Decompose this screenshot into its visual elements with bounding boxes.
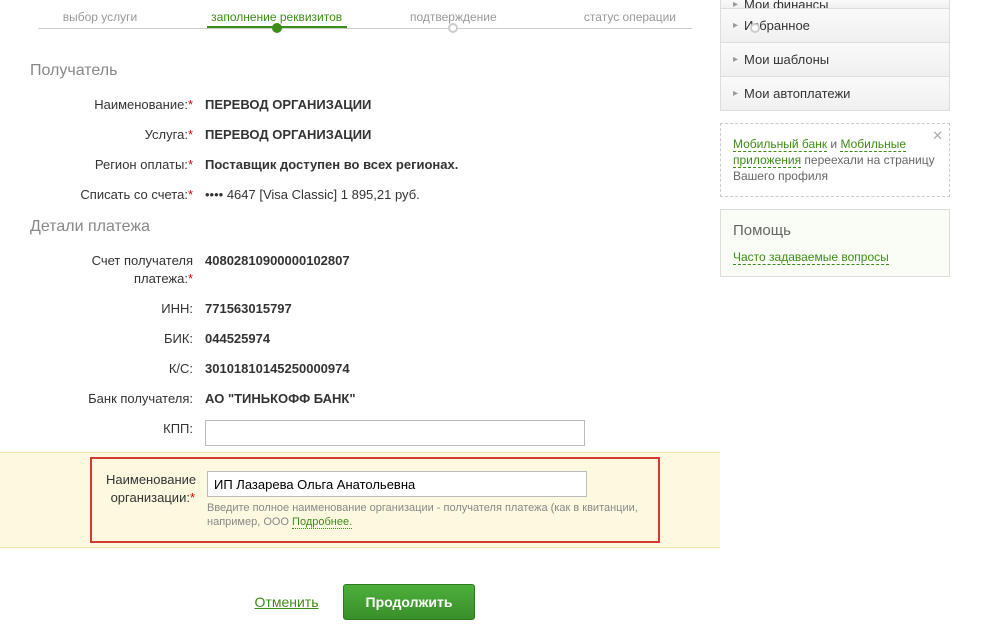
- faq-link[interactable]: Часто задаваемые вопросы: [733, 250, 889, 265]
- label-service: Услуга:*: [30, 126, 205, 144]
- sidebar-notice: ✕ Мобильный банк и Мобильные приложения …: [720, 123, 950, 197]
- caret-icon: ▸: [733, 88, 738, 99]
- value-recipient-account: 40802810900000102807: [205, 252, 700, 270]
- section-payment-details: Детали платежа: [30, 218, 700, 236]
- mobile-bank-link[interactable]: Мобильный банк: [733, 137, 827, 152]
- row-bik: БИК: 044525974: [30, 324, 700, 354]
- cancel-button[interactable]: Отменить: [255, 594, 319, 610]
- value-bank: АО "ТИНЬКОФФ БАНК": [205, 390, 700, 408]
- step-status[interactable]: статус операции: [560, 10, 700, 28]
- org-name-highlight: Наименование организации:* Введите полно…: [90, 457, 660, 543]
- label-region: Регион оплаты:*: [30, 156, 205, 174]
- kpp-input[interactable]: [205, 420, 585, 446]
- value-account: •••• 4647 [Visa Classic] 1 895,21 руб.: [205, 186, 700, 204]
- sidebar-item-finances[interactable]: ▸ Мои финансы: [721, 0, 949, 8]
- label-bik: БИК:: [30, 330, 205, 348]
- continue-button[interactable]: Продолжить: [343, 584, 476, 620]
- sidebar-item-autopay[interactable]: ▸ Мои автоплатежи: [721, 76, 949, 110]
- stepper: выбор услуги заполнение реквизитов подтв…: [30, 10, 700, 46]
- sidebar-item-label: Мои финансы: [744, 0, 828, 8]
- org-name-input[interactable]: [207, 471, 587, 497]
- row-kpp: КПП:: [30, 414, 700, 452]
- sidebar-item-label: Мои шаблоны: [744, 52, 829, 67]
- label-ks: К/С:: [30, 360, 205, 378]
- row-inn: ИНН: 771563015797: [30, 294, 700, 324]
- row-ks: К/С: 30101810145250000974: [30, 354, 700, 384]
- section-recipient: Получатель: [30, 62, 700, 80]
- value-name: ПЕРЕВОД ОРГАНИЗАЦИИ: [205, 96, 700, 114]
- org-hint-more-link[interactable]: Подробнее.: [292, 516, 352, 529]
- label-inn: ИНН:: [30, 300, 205, 318]
- row-region: Регион оплаты:* Поставщик доступен во вс…: [30, 150, 700, 180]
- row-account: Списать со счета:* •••• 4647 [Visa Class…: [30, 180, 700, 210]
- row-service: Услуга:* ПЕРЕВОД ОРГАНИЗАЦИИ: [30, 120, 700, 150]
- caret-icon: ▸: [733, 0, 738, 8]
- label-name: Наименование:*: [30, 96, 205, 114]
- caret-icon: ▸: [733, 20, 738, 31]
- row-recipient-account: Счет получателя платежа:* 40802810900000…: [30, 246, 700, 294]
- label-recipient-account: Счет получателя платежа:*: [30, 252, 205, 288]
- org-name-hint: Введите полное наименование организации …: [207, 501, 644, 529]
- row-name: Наименование:* ПЕРЕВОД ОРГАНИЗАЦИИ: [30, 90, 700, 120]
- help-title: Помощь: [733, 222, 937, 239]
- value-service: ПЕРЕВОД ОРГАНИЗАЦИИ: [205, 126, 700, 144]
- sidebar-menu: ▸ Мои финансы ▸ Избранное ▸ Мои шаблоны …: [720, 0, 950, 111]
- row-bank: Банк получателя: АО "ТИНЬКОФФ БАНК": [30, 384, 700, 414]
- value-ks: 30101810145250000974: [205, 360, 700, 378]
- close-icon[interactable]: ✕: [932, 128, 943, 144]
- label-bank: Банк получателя:: [30, 390, 205, 408]
- sidebar-item-label: Мои автоплатежи: [744, 86, 850, 101]
- help-box: Помощь Часто задаваемые вопросы: [720, 209, 950, 277]
- step-confirm[interactable]: подтверждение: [383, 10, 523, 28]
- value-region: Поставщик доступен во всех регионах.: [205, 156, 700, 174]
- value-inn: 771563015797: [205, 300, 700, 318]
- label-org-name: Наименование организации:*: [106, 471, 207, 507]
- label-kpp: КПП:: [30, 420, 205, 438]
- step-fill-details[interactable]: заполнение реквизитов: [207, 10, 347, 28]
- step-select-service[interactable]: выбор услуги: [30, 10, 170, 28]
- value-bik: 044525974: [205, 330, 700, 348]
- label-account: Списать со счета:*: [30, 186, 205, 204]
- sidebar-item-templates[interactable]: ▸ Мои шаблоны: [721, 42, 949, 76]
- caret-icon: ▸: [733, 54, 738, 65]
